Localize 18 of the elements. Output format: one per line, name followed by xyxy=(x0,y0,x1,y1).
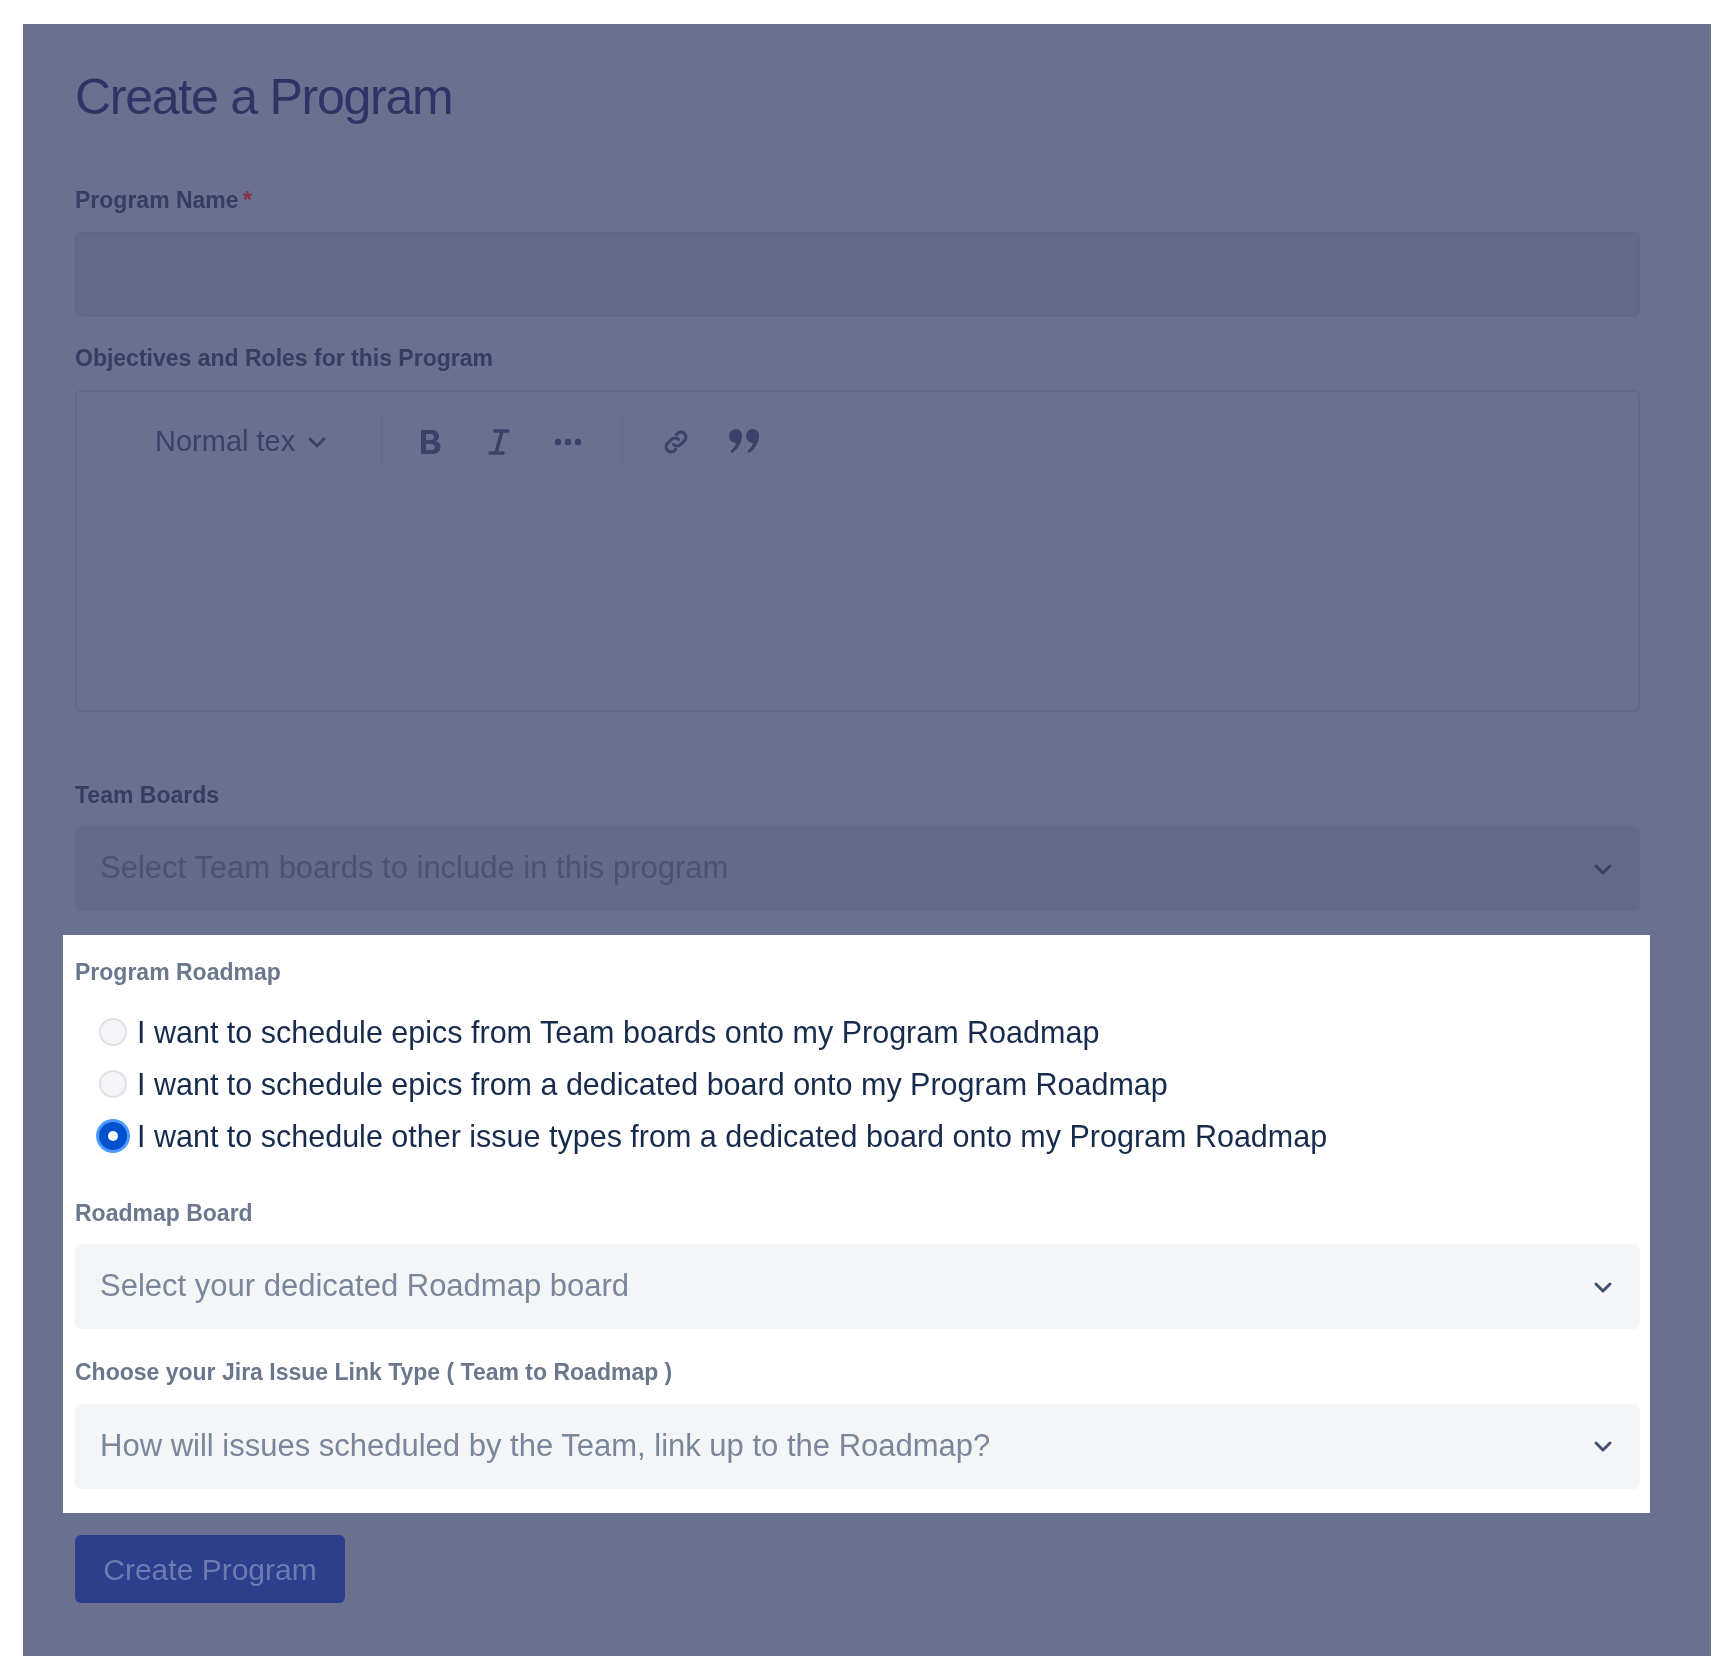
radio-option[interactable]: I want to schedule other issue types from a dedicated board onto my Program Roadmap xyxy=(99,1119,1640,1152)
field-label: Program Roadmap xyxy=(75,958,282,987)
more-icon[interactable] xyxy=(554,437,583,446)
italic-icon[interactable] xyxy=(488,427,511,456)
radio-option[interactable]: I want to schedule epics from Team boards onto my Program Roadmap xyxy=(99,1015,1640,1048)
create-program-button[interactable]: Create Program xyxy=(75,1535,345,1603)
radio-option[interactable]: I want to schedule epics from a dedicated board onto my Program Roadmap xyxy=(99,1067,1640,1100)
select-placeholder: Select your dedicated Roadmap board xyxy=(100,1267,630,1306)
radio-button[interactable] xyxy=(99,1069,127,1098)
field-label: Roadmap Board xyxy=(75,1198,254,1228)
select-field[interactable]: Select your dedicated Roadmap board xyxy=(75,1244,1640,1329)
required-mark: * xyxy=(242,185,252,215)
radio-button[interactable] xyxy=(99,1121,127,1150)
field-label: Choose your Jira Issue Link Type ( Team to Roadmap ) xyxy=(75,1358,674,1387)
radio-button[interactable] xyxy=(99,1017,127,1046)
select-placeholder: How will issues scheduled by the Team, link up to the Roadmap? xyxy=(100,1426,991,1465)
page-title: Create a Program xyxy=(75,72,454,122)
select-field[interactable]: How will issues scheduled by the Team, link up to the Roadmap? xyxy=(75,1403,1640,1489)
